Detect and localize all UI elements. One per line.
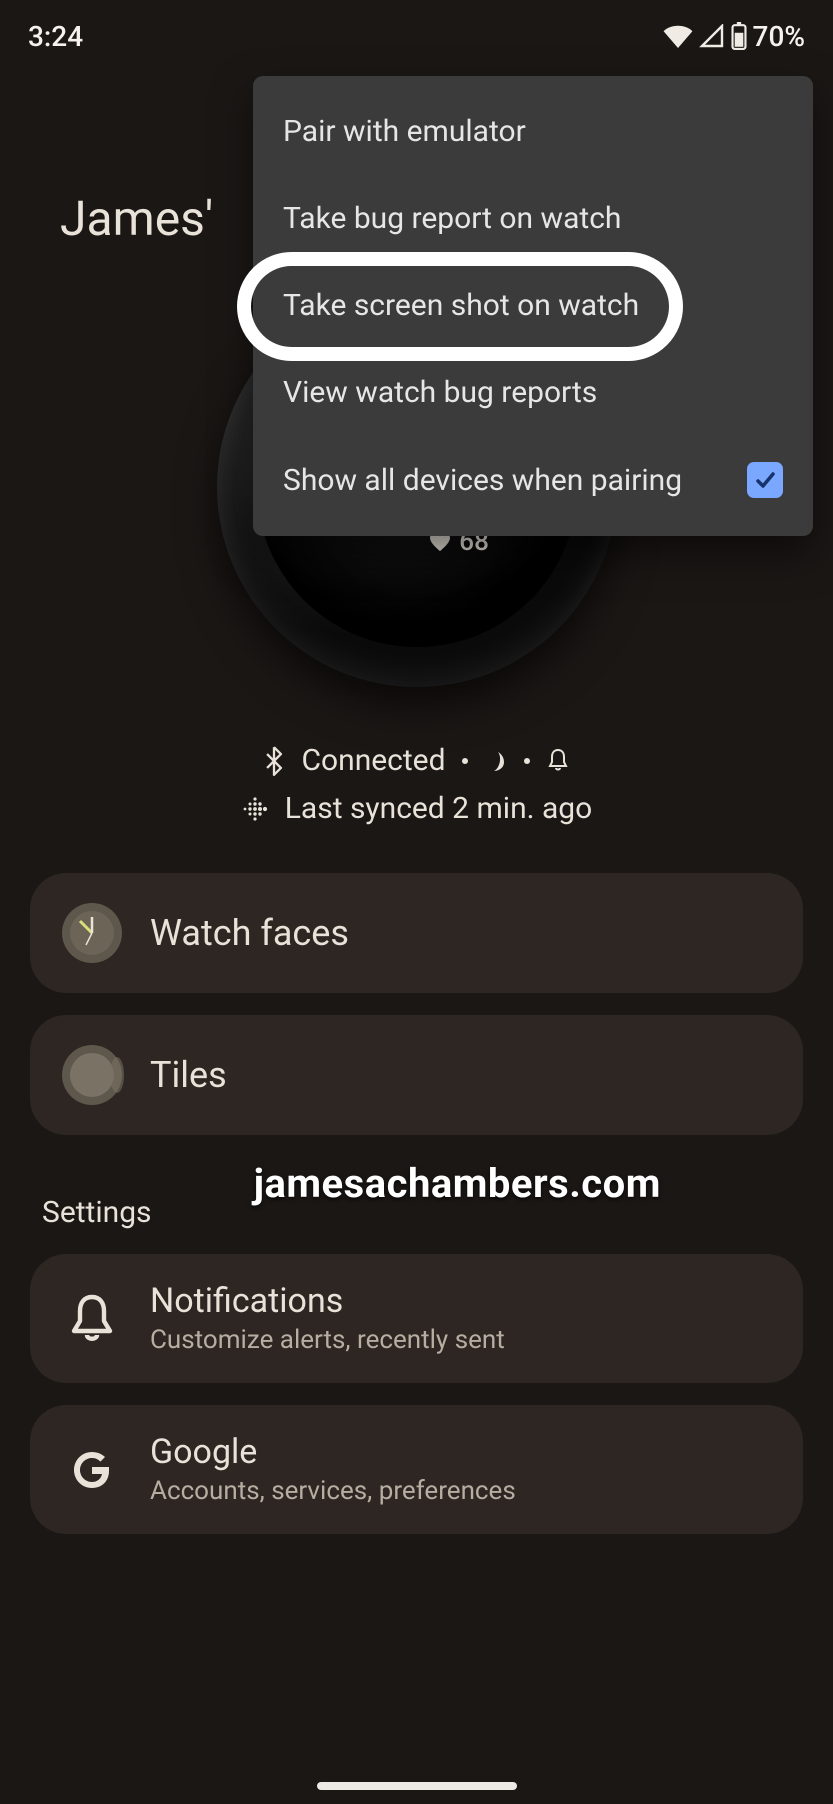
- notifications-icon: [62, 1289, 122, 1349]
- last-synced-label: Last synced 2 min. ago: [285, 785, 593, 833]
- cell-signal-icon: [699, 24, 725, 48]
- battery-icon: [731, 22, 747, 50]
- separator-dot: [462, 758, 468, 764]
- home-indicator[interactable]: [317, 1782, 517, 1790]
- status-bar: 3:24 70%: [0, 0, 833, 60]
- google-icon: [62, 1440, 122, 1500]
- fitbit-icon: [241, 795, 269, 823]
- menu-show-all-devices[interactable]: Show all devices when pairing: [253, 436, 813, 524]
- menu-pair-emulator[interactable]: Pair with emulator: [253, 88, 813, 175]
- overflow-menu: Pair with emulator Take bug report on wa…: [253, 76, 813, 536]
- battery-percentage: 70%: [753, 20, 805, 53]
- watermark-text: jamesachambers.com: [254, 1160, 661, 1207]
- menu-view-reports[interactable]: View watch bug reports: [253, 349, 813, 436]
- checkbox-checked-icon[interactable]: [747, 462, 783, 498]
- connection-line-2: Last synced 2 min. ago: [0, 785, 833, 833]
- watch-faces-card[interactable]: Watch faces: [30, 873, 803, 993]
- wifi-icon: [663, 24, 693, 48]
- bell-icon: [546, 747, 570, 775]
- google-title: Google: [150, 1433, 516, 1472]
- moon-icon: [484, 747, 508, 775]
- notifications-subtitle: Customize alerts, recently sent: [150, 1325, 505, 1355]
- tiles-label: Tiles: [150, 1054, 227, 1096]
- tiles-icon: [62, 1045, 122, 1105]
- status-icons: 70%: [663, 20, 805, 53]
- bluetooth-icon: [263, 746, 285, 776]
- notifications-title: Notifications: [150, 1282, 505, 1321]
- google-subtitle: Accounts, services, preferences: [150, 1476, 516, 1506]
- tiles-card[interactable]: Tiles: [30, 1015, 803, 1135]
- notifications-card[interactable]: Notifications Customize alerts, recently…: [30, 1254, 803, 1383]
- google-card[interactable]: Google Accounts, services, preferences: [30, 1405, 803, 1534]
- watch-faces-icon: [62, 903, 122, 963]
- status-time: 3:24: [28, 20, 83, 53]
- connection-status: Connected Last synced 2 min. ago: [0, 737, 833, 833]
- separator-dot: [524, 758, 530, 764]
- menu-screenshot[interactable]: Take screen shot on watch: [253, 262, 813, 349]
- watch-faces-label: Watch faces: [150, 912, 349, 954]
- menu-bug-report[interactable]: Take bug report on watch: [253, 175, 813, 262]
